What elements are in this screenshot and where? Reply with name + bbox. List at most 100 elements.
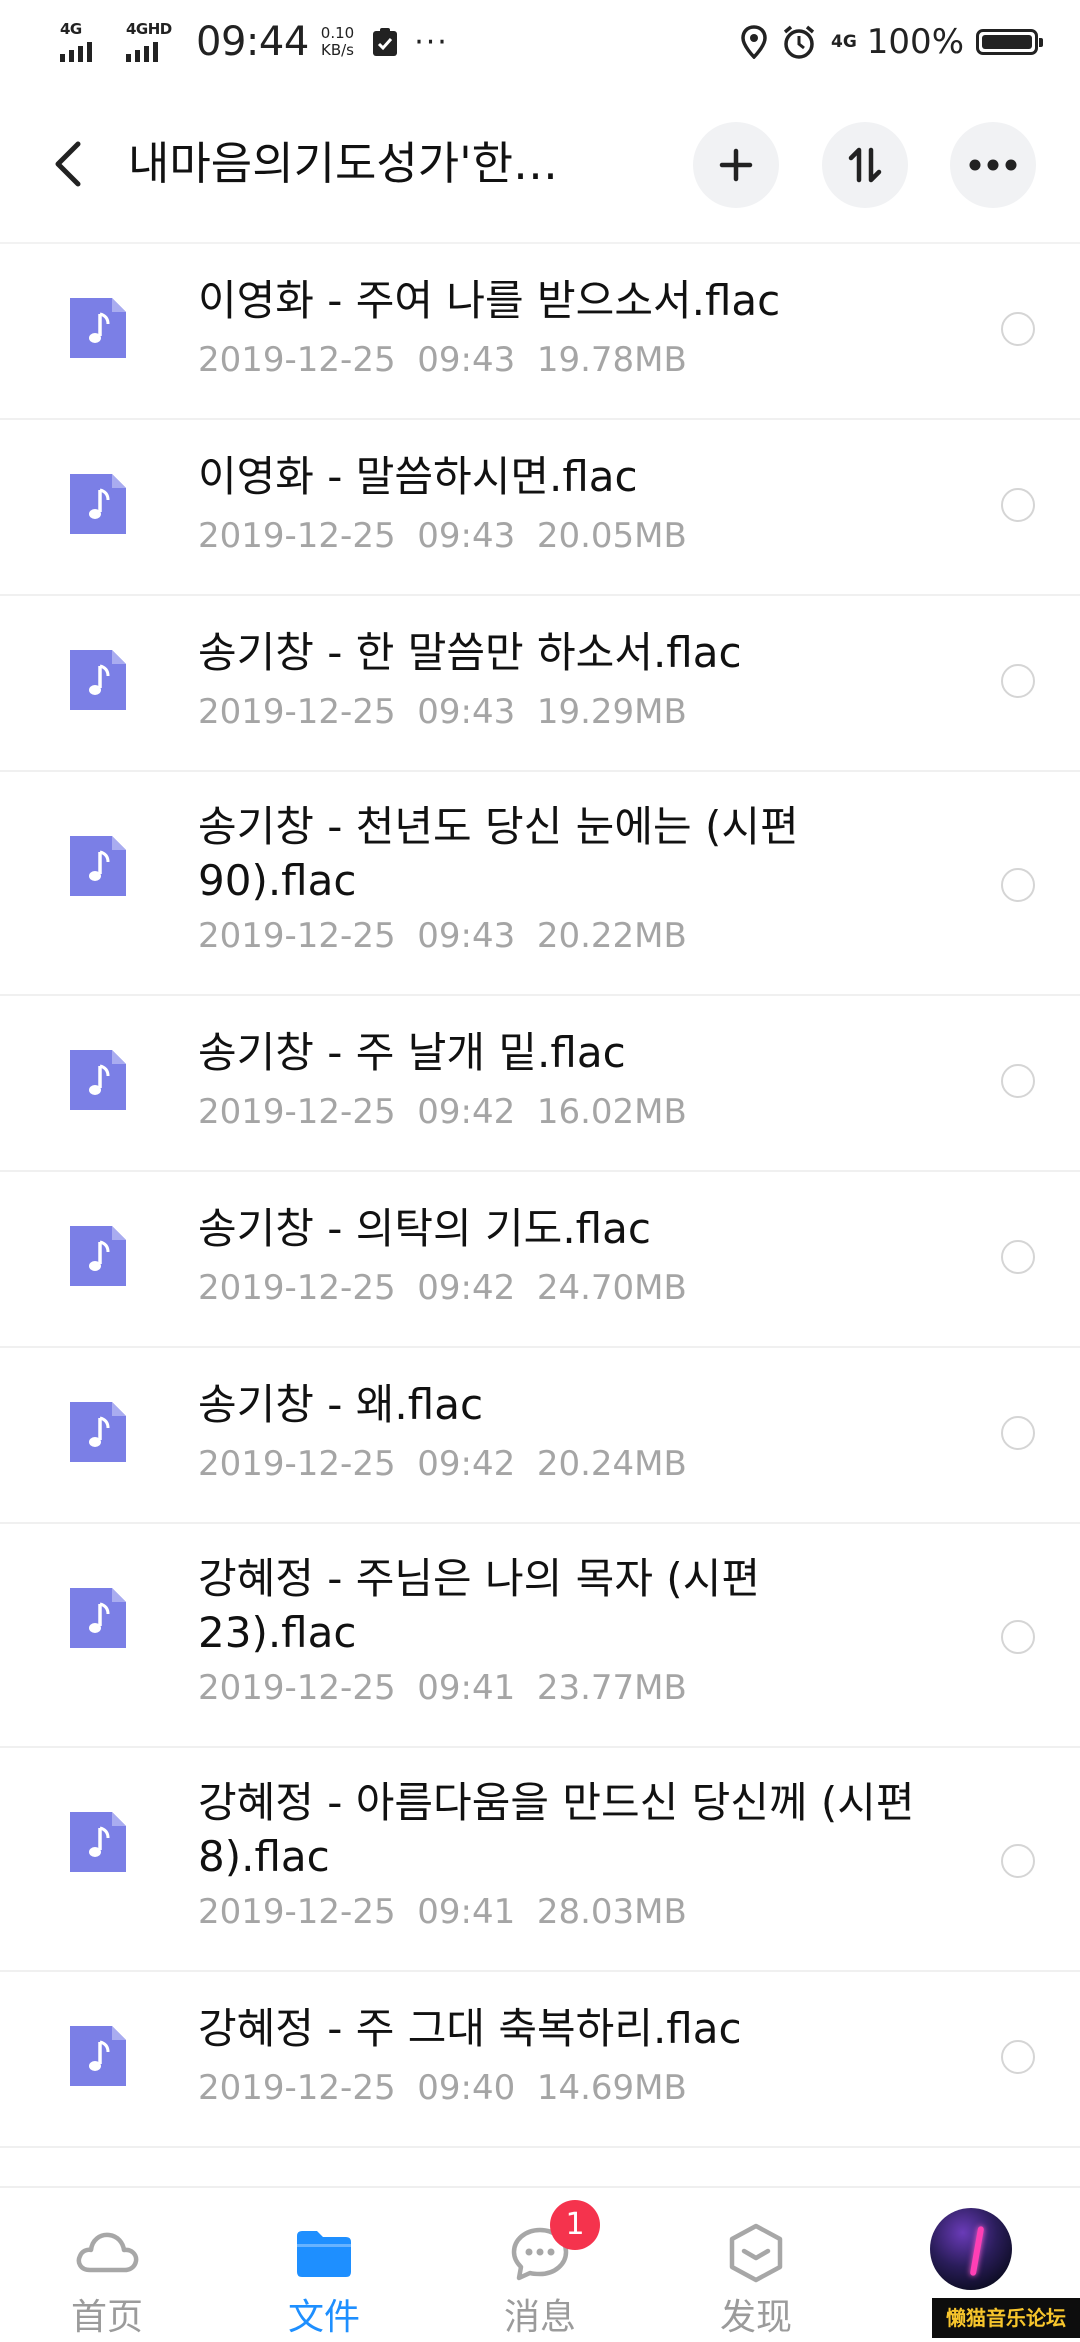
- file-date: 2019-12-25: [198, 1892, 396, 1932]
- signal-label-sim2: 4GHD: [126, 20, 172, 38]
- status-bar: 4G 4GHD 09:44 0.10 KB/s ··· 4G 100%: [0, 0, 1080, 84]
- file-size: 19.78MB: [536, 340, 687, 380]
- audio-file-icon: [70, 1402, 126, 1462]
- list-item[interactable]: 이영화 - 말씀하시면.flac 2019-12-25 09:43 20.05M…: [0, 420, 1080, 596]
- file-size: 23.77MB: [536, 1668, 687, 1708]
- select-checkbox[interactable]: [1001, 664, 1035, 698]
- audio-file-icon: [70, 836, 126, 896]
- audio-file-icon: [70, 1050, 126, 1110]
- nav-home-label: 首页: [70, 2297, 143, 2338]
- nav-discover[interactable]: 发现: [666, 2188, 846, 2342]
- file-time: 09:43: [417, 692, 516, 732]
- file-name: 송기창 - 한 말씀만 하소서.flac: [198, 628, 742, 677]
- file-meta: 2019-12-25 09:42 24.70MB: [198, 1268, 687, 1308]
- audio-file-icon: [70, 1812, 126, 1872]
- nav-files[interactable]: 文件: [234, 2188, 414, 2342]
- cloud-icon: [76, 2232, 139, 2273]
- folder-icon: [297, 2231, 351, 2277]
- list-item[interactable]: 송기창 - 의탁의 기도.flac 2019-12-25 09:42 24.70…: [0, 1172, 1080, 1348]
- file-size: 14.69MB: [536, 2068, 687, 2108]
- battery-icon: [976, 29, 1043, 55]
- nav-discover-label: 发现: [719, 2297, 792, 2338]
- file-name: 강혜정 - 주님은 나의 목자 (시편 23).flac: [198, 1554, 760, 1657]
- top-app-bar: 내마음의기도성가'한…: [0, 84, 1080, 244]
- plus-icon: [719, 148, 753, 182]
- file-meta: 2019-12-25 09:43 20.22MB: [198, 916, 687, 956]
- file-meta: 2019-12-25 09:43 19.78MB: [198, 340, 687, 380]
- file-size: 28.03MB: [536, 1892, 687, 1932]
- file-meta: 2019-12-25 09:43 19.29MB: [198, 692, 687, 732]
- messages-badge: 1: [550, 2200, 600, 2250]
- file-date: 2019-12-25: [198, 1268, 396, 1308]
- file-name: 송기창 - 왜.flac: [198, 1380, 484, 1429]
- list-item[interactable]: 송기창 - 한 말씀만 하소서.flac 2019-12-25 09:43 19…: [0, 596, 1080, 772]
- file-meta: 2019-12-25 09:40 14.69MB: [198, 2068, 687, 2108]
- more-horizontal-icon: [969, 159, 1017, 171]
- file-size: 24.70MB: [536, 1268, 687, 1308]
- file-time: 09:43: [417, 916, 516, 956]
- file-meta: 2019-12-25 09:41 28.03MB: [198, 1892, 687, 1932]
- select-checkbox[interactable]: [1001, 868, 1035, 902]
- select-checkbox[interactable]: [1001, 2040, 1035, 2074]
- file-size: 19.29MB: [536, 692, 687, 732]
- signal-icon-sim2: 4GHD: [124, 20, 180, 64]
- select-checkbox[interactable]: [1001, 1064, 1035, 1098]
- file-size: 20.24MB: [536, 1444, 687, 1484]
- file-name: 강혜정 - 주 그대 축복하리.flac: [198, 2004, 742, 2053]
- bottom-navigation: 首页 文件 1 消息 发现: [0, 2186, 1080, 2342]
- file-meta: 2019-12-25 09:42 16.02MB: [198, 1092, 687, 1132]
- file-size: 20.05MB: [536, 516, 687, 556]
- net-speed-unit: KB/s: [320, 41, 354, 59]
- file-date: 2019-12-25: [198, 340, 396, 380]
- select-checkbox[interactable]: [1001, 1844, 1035, 1878]
- select-checkbox[interactable]: [1001, 312, 1035, 346]
- audio-file-icon: [70, 298, 126, 358]
- signal-label-sim1: 4G: [60, 20, 82, 38]
- sort-arrows-icon: [848, 147, 882, 183]
- list-item[interactable]: 송기창 - 천년도 당신 눈에는 (시편 90).flac 2019-12-25…: [0, 772, 1080, 996]
- add-button[interactable]: [693, 122, 779, 208]
- file-time: 09:43: [417, 516, 516, 556]
- location-icon: [741, 25, 767, 59]
- file-meta: 2019-12-25 09:43 20.05MB: [198, 516, 687, 556]
- nav-home[interactable]: 首页: [17, 2188, 197, 2342]
- file-date: 2019-12-25: [198, 916, 396, 956]
- file-list: 이영화 - 주여 나를 받으소서.flac 2019-12-25 09:43 1…: [0, 244, 1080, 2148]
- file-name: 이영화 - 주여 나를 받으소서.flac: [198, 276, 781, 325]
- file-name: 송기창 - 주 날개 밑.flac: [198, 1028, 626, 1077]
- net-speed: 0.10 KB/s: [321, 25, 354, 59]
- audio-file-icon: [70, 1226, 126, 1286]
- list-item[interactable]: 송기창 - 왜.flac 2019-12-25 09:42 20.24MB: [0, 1348, 1080, 1524]
- profile-avatar[interactable]: [930, 2208, 1012, 2290]
- audio-file-icon: [70, 1588, 126, 1648]
- audio-file-icon: [70, 474, 126, 534]
- file-name: 이영화 - 말씀하시면.flac: [198, 452, 638, 501]
- select-checkbox[interactable]: [1001, 1620, 1035, 1654]
- select-checkbox[interactable]: [1001, 1416, 1035, 1450]
- file-name: 강혜정 - 아름다움을 만드신 당신께 (시편 8).flac: [198, 1778, 915, 1881]
- file-time: 09:41: [417, 1668, 516, 1708]
- select-checkbox[interactable]: [1001, 1240, 1035, 1274]
- net-speed-value: 0.10: [320, 24, 355, 42]
- list-item[interactable]: 강혜정 - 주님은 나의 목자 (시편 23).flac 2019-12-25 …: [0, 1524, 1080, 1748]
- file-size: 16.02MB: [536, 1092, 687, 1132]
- back-arrow-icon[interactable]: [40, 134, 100, 194]
- forum-watermark: 懒猫音乐论坛: [932, 2298, 1080, 2338]
- clipboard-check-icon: [373, 28, 398, 56]
- list-item[interactable]: 강혜정 - 주 그대 축복하리.flac 2019-12-25 09:40 14…: [0, 1972, 1080, 2148]
- list-item[interactable]: 강혜정 - 아름다움을 만드신 당신께 (시편 8).flac 2019-12-…: [0, 1748, 1080, 1972]
- sort-button[interactable]: [822, 122, 908, 208]
- file-time: 09:42: [417, 1092, 516, 1132]
- select-checkbox[interactable]: [1001, 488, 1035, 522]
- file-time: 09:40: [417, 2068, 516, 2108]
- nav-messages[interactable]: 1 消息: [450, 2188, 630, 2342]
- list-item[interactable]: 송기창 - 주 날개 밑.flac 2019-12-25 09:42 16.02…: [0, 996, 1080, 1172]
- file-date: 2019-12-25: [198, 2068, 396, 2108]
- more-options-button[interactable]: [950, 122, 1036, 208]
- file-date: 2019-12-25: [198, 1668, 396, 1708]
- file-name: 송기창 - 천년도 당신 눈에는 (시편 90).flac: [198, 802, 799, 905]
- file-time: 09:42: [417, 1444, 516, 1484]
- file-date: 2019-12-25: [198, 692, 396, 732]
- list-item[interactable]: 이영화 - 주여 나를 받으소서.flac 2019-12-25 09:43 1…: [0, 244, 1080, 420]
- file-date: 2019-12-25: [198, 1092, 396, 1132]
